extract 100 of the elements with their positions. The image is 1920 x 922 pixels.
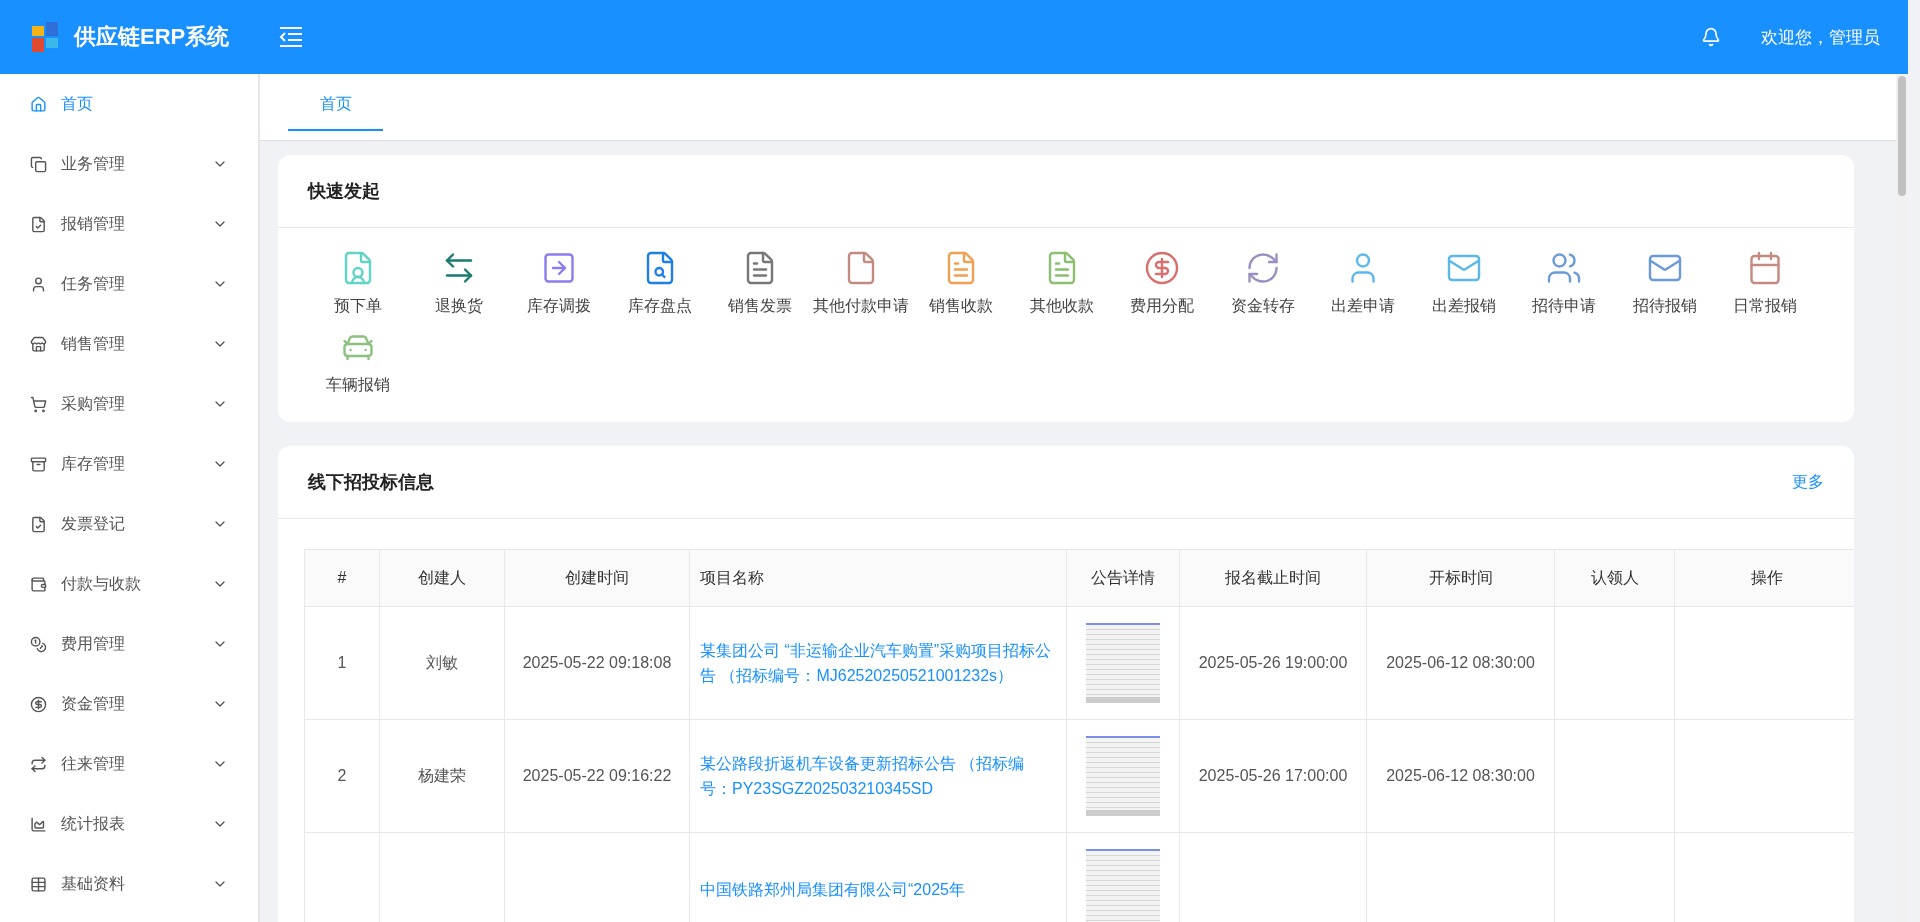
menu-fold-icon[interactable] (278, 26, 304, 48)
sidebar-label: 首页 (61, 93, 94, 114)
scroll-bar[interactable] (1896, 74, 1908, 922)
sidebar-label: 基础资料 (61, 873, 126, 894)
sidebar-item[interactable]: 基础资料 (0, 854, 258, 914)
quick-action-label: 其他收款 (1029, 296, 1094, 316)
quick-action[interactable]: 预下单 (308, 250, 409, 317)
document-thumbnail[interactable] (1086, 849, 1160, 922)
store-icon (30, 335, 47, 353)
sidebar-label: 费用管理 (61, 633, 126, 654)
quick-action[interactable]: 招待申请 (1514, 250, 1615, 317)
column-header: # (304, 549, 380, 607)
quick-action[interactable]: 车辆报销 (308, 329, 409, 396)
coins-icon (30, 635, 47, 653)
column-header: 创建时间 (504, 549, 690, 607)
quick-action-label: 资金转存 (1230, 296, 1295, 316)
sidebar-item[interactable]: 库存管理 (0, 434, 258, 494)
table-cell: 刘敏 (379, 606, 505, 720)
sidebar-label: 库存管理 (61, 453, 126, 474)
sidebar-label: 业务管理 (61, 153, 126, 174)
quick-action[interactable]: 其他收款 (1011, 250, 1112, 317)
quick-action-label: 销售收款 (929, 296, 994, 316)
user-greeting: 欢迎您，管理员 (1761, 26, 1880, 49)
sidebar-item[interactable]: 报销管理 (0, 194, 258, 254)
table-cell: 2025-05-22 09:18:08 (504, 606, 690, 720)
quick-action[interactable]: 退换货 (408, 250, 509, 317)
quick-action[interactable]: 销售收款 (911, 250, 1012, 317)
quick-action-label: 其他付款申请 (812, 296, 909, 316)
quick-action-label: 库存盘点 (627, 296, 692, 316)
quick-action-label: 招待报销 (1632, 296, 1697, 316)
sidebar-item[interactable]: 往来管理 (0, 734, 258, 794)
sidebar-item[interactable]: 任务管理 (0, 254, 258, 314)
grid-icon (30, 875, 47, 893)
quick-action-label: 出差报销 (1431, 296, 1496, 316)
sidebar-label: 资金管理 (61, 693, 126, 714)
table-cell: 2025-06-12 08:30:00 (1366, 719, 1555, 833)
card-title: 线下招投标信息 (308, 471, 434, 494)
quick-action-label: 费用分配 (1130, 296, 1195, 316)
quick-action[interactable]: 日常报销 (1715, 250, 1816, 317)
sidebar-item[interactable]: 发票登记 (0, 494, 258, 554)
sidebar-label: 报销管理 (61, 213, 126, 234)
sidebar-label: 任务管理 (61, 273, 126, 294)
document-thumbnail[interactable] (1086, 736, 1160, 816)
sidebar-item[interactable]: 付款与收款 (0, 554, 258, 614)
sidebar-label: 采购管理 (61, 393, 126, 414)
sidebar-label: 发票登记 (61, 513, 126, 534)
document-check-icon (30, 515, 47, 533)
sidebar-label: 往来管理 (61, 753, 126, 774)
quick-action-label: 出差申请 (1331, 296, 1396, 316)
quick-action-label: 销售发票 (728, 296, 793, 316)
home-icon (30, 95, 47, 113)
quick-action[interactable]: 费用分配 (1112, 250, 1213, 317)
app-title: 供应链ERP系统 (74, 23, 230, 51)
cart-icon (30, 395, 47, 413)
table-cell: 2025-05-26 17:00:00 (1179, 719, 1367, 833)
column-header: 操作 (1674, 549, 1854, 607)
user-icon (30, 275, 47, 293)
quick-action[interactable]: 资金转存 (1212, 250, 1313, 317)
sidebar-item[interactable]: 资金管理 (0, 674, 258, 734)
quick-action-label: 招待申请 (1532, 296, 1597, 316)
table-cell: 2025-05-22 09:16:22 (504, 719, 690, 833)
window-icon (30, 155, 47, 173)
quick-action[interactable]: 招待报销 (1614, 250, 1715, 317)
quick-action[interactable]: 销售发票 (710, 250, 811, 317)
column-header: 认领人 (1554, 549, 1675, 607)
bell-icon[interactable] (1701, 27, 1721, 47)
table-cell: 2025-05-26 19:00:00 (1179, 606, 1367, 720)
quick-action-label: 库存调拨 (527, 296, 592, 316)
wallet-icon (30, 575, 47, 593)
table-cell: 1 (304, 606, 380, 720)
archive-icon (30, 455, 47, 473)
table-cell: 2025-06-12 08:30:00 (1366, 606, 1555, 720)
quick-action-label: 车辆报销 (326, 375, 391, 395)
repeat-icon (30, 755, 47, 773)
quick-action[interactable]: 出差申请 (1313, 250, 1414, 317)
sidebar-item[interactable]: 销售管理 (0, 314, 258, 374)
quick-action[interactable]: 出差报销 (1413, 250, 1514, 317)
column-header: 项目名称 (689, 549, 1067, 607)
sidebar-item[interactable]: 统计报表 (0, 794, 258, 854)
table-cell: 杨建荣 (379, 719, 505, 833)
column-header: 报名截止时间 (1179, 549, 1367, 607)
quick-action-label: 日常报销 (1733, 296, 1798, 316)
sidebar-label: 统计报表 (61, 813, 126, 834)
document-check-icon (30, 215, 47, 233)
sidebar-item[interactable]: 业务管理 (0, 134, 258, 194)
sidebar-item[interactable]: 费用管理 (0, 614, 258, 674)
quick-action-label: 预下单 (334, 296, 383, 316)
column-header: 创建人 (379, 549, 505, 607)
sidebar-label: 销售管理 (61, 333, 126, 354)
quick-action[interactable]: 其他付款申请 (810, 250, 911, 317)
quick-action[interactable]: 库存盘点 (609, 250, 710, 317)
sidebar-item[interactable]: 采购管理 (0, 374, 258, 434)
column-header: 开标时间 (1366, 549, 1555, 607)
column-header: 公告详情 (1066, 549, 1180, 607)
document-thumbnail[interactable] (1086, 623, 1160, 703)
card-title: 快速发起 (308, 180, 380, 203)
quick-action-label: 退换货 (434, 296, 483, 316)
quick-action[interactable]: 库存调拨 (509, 250, 610, 317)
dollar-icon (30, 695, 47, 713)
table-cell: 2 (304, 719, 380, 833)
